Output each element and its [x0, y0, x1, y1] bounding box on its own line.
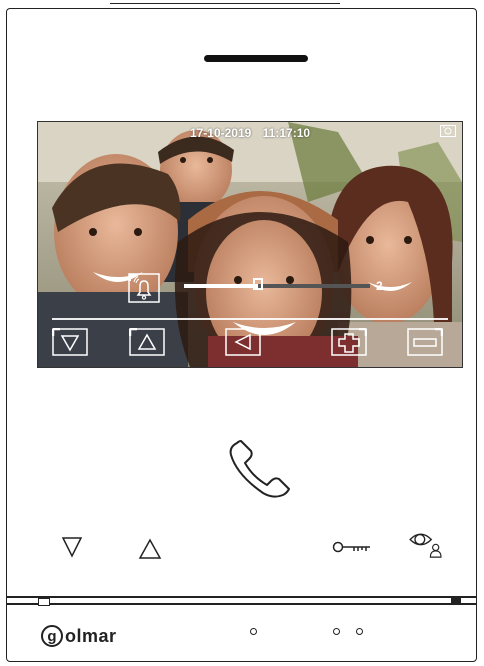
- bell-icon: [133, 276, 152, 300]
- status-bar: 17-10-2019 11:17:10: [38, 126, 462, 140]
- triangle-down-icon: [61, 537, 83, 558]
- speaker-slot: [204, 55, 308, 62]
- cap-up-button[interactable]: [137, 532, 173, 562]
- status-date: 17-10-2019: [189, 126, 252, 140]
- golmar-logo: g olmar: [41, 623, 117, 649]
- door-release-button[interactable]: [332, 532, 372, 562]
- key-icon: [332, 541, 370, 553]
- base-divider-top: [6, 596, 477, 598]
- softkey-down-button[interactable]: [52, 328, 88, 356]
- minus-icon: [413, 338, 437, 347]
- triangle-up-icon: [137, 333, 157, 350]
- softkey-divider: [52, 318, 448, 320]
- logo-wordmark: olmar: [65, 625, 117, 646]
- triangle-up-icon: [138, 538, 162, 559]
- softkey-plus-button[interactable]: [331, 328, 367, 356]
- triangle-left-icon: [234, 333, 251, 351]
- camera-record-icon: [440, 125, 456, 137]
- phone-handset-icon[interactable]: [223, 437, 297, 503]
- softkey-up-button[interactable]: [129, 328, 165, 356]
- status-time: 11:17:10: [262, 126, 311, 140]
- volume-fill: [184, 284, 259, 288]
- plus-icon: [338, 333, 360, 353]
- video-screen: 17-10-2019 11:17:10 2: [37, 121, 463, 368]
- base-divider-bottom: [6, 603, 477, 605]
- triangle-down-icon: [60, 335, 80, 352]
- top-edge-stripe: [110, 0, 340, 4]
- led-indicator-2: [356, 628, 363, 635]
- volume-value: 2: [376, 279, 383, 293]
- bell-volume-button[interactable]: [128, 273, 160, 303]
- eye-user-icon: [409, 533, 442, 558]
- logo-g-mark: g: [41, 625, 63, 647]
- softkey-minus-button[interactable]: [407, 328, 443, 356]
- monitor-button[interactable]: [406, 528, 446, 558]
- microphone-hole: [250, 628, 257, 635]
- volume-thumb[interactable]: [253, 278, 264, 290]
- softkey-back-button[interactable]: [225, 328, 261, 356]
- led-indicator-1: [333, 628, 340, 635]
- volume-slider[interactable]: [184, 278, 370, 290]
- status-led-left: [38, 598, 50, 606]
- cap-down-button[interactable]: [60, 532, 96, 562]
- status-led-right: [451, 597, 461, 603]
